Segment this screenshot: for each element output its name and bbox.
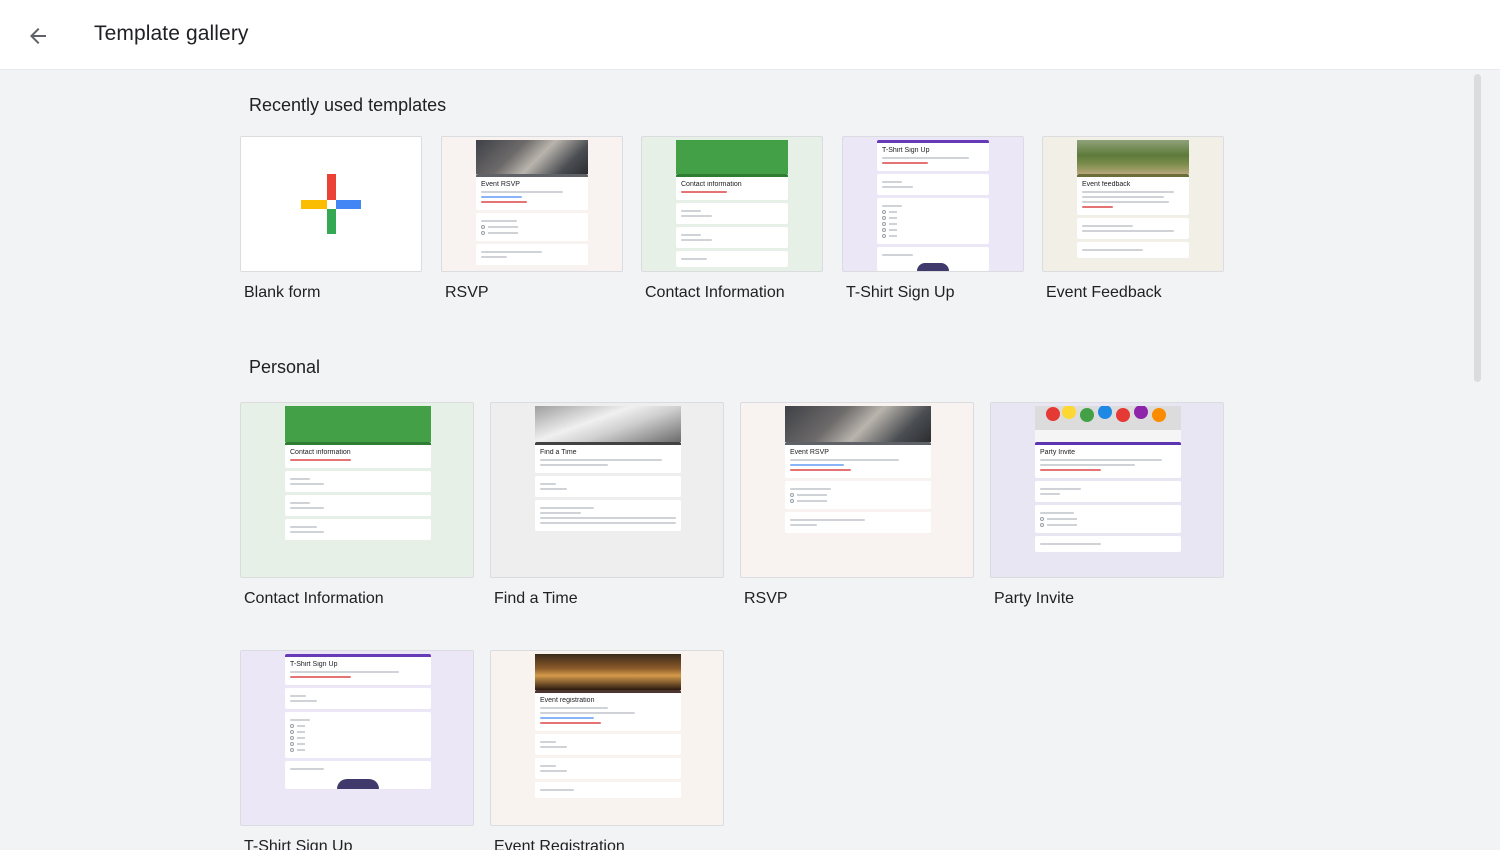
template-label[interactable]: T-Shirt Sign Up — [846, 284, 954, 302]
tshirt-image — [337, 779, 379, 789]
template-thumbnail[interactable]: Party Invite — [990, 402, 1224, 578]
template-label[interactable]: Find a Time — [494, 590, 578, 608]
template-thumbnail[interactable]: Contact information — [641, 136, 823, 272]
section-title-personal: Personal — [249, 357, 321, 377]
top-app-bar: Template gallery — [0, 0, 1500, 70]
page-title: Template gallery — [94, 22, 249, 45]
template-label[interactable]: Event Registration — [494, 838, 625, 850]
template-thumbnail[interactable]: Contact information — [240, 402, 474, 578]
section-title-recent: Recently used templates — [249, 95, 447, 115]
back-button[interactable] — [18, 16, 58, 56]
template-thumbnail[interactable]: Event registration — [490, 650, 724, 826]
template-thumbnail[interactable]: T-Shirt Sign Up — [842, 136, 1024, 272]
template-label[interactable]: Event Feedback — [1046, 284, 1162, 302]
header-green-pattern — [285, 406, 431, 442]
template-thumbnail[interactable]: Event RSVP — [441, 136, 623, 272]
scrollbar-thumb[interactable] — [1474, 74, 1481, 382]
scrollbar[interactable] — [1470, 70, 1484, 850]
template-label[interactable]: Blank form — [244, 284, 320, 302]
template-thumbnail[interactable]: T-Shirt Sign Up — [240, 650, 474, 826]
header-photo-crowd — [476, 140, 588, 174]
tshirt-image — [917, 263, 949, 271]
template-label[interactable]: Contact Information — [244, 590, 384, 608]
template-thumbnail[interactable]: Find a Time — [490, 402, 724, 578]
template-label[interactable]: RSVP — [744, 590, 788, 608]
template-label[interactable]: Contact Information — [645, 284, 785, 302]
template-label[interactable]: Party Invite — [994, 590, 1074, 608]
header-photo-building — [535, 654, 681, 690]
plus-icon — [301, 174, 361, 234]
header-photo-desk — [535, 406, 681, 442]
template-thumbnail[interactable]: Event RSVP — [740, 402, 974, 578]
header-photo-park — [1077, 140, 1189, 174]
template-label[interactable]: RSVP — [445, 284, 489, 302]
template-thumbnail[interactable] — [240, 136, 422, 272]
header-photo-crowd — [785, 406, 931, 442]
header-photo-balloons — [1035, 406, 1181, 442]
balloons-icon — [1035, 406, 1181, 442]
template-thumbnail[interactable]: Event feedback — [1042, 136, 1224, 272]
arrow-back-icon — [30, 28, 46, 44]
template-label[interactable]: T-Shirt Sign Up — [244, 838, 352, 850]
header-green-pattern — [676, 140, 788, 174]
